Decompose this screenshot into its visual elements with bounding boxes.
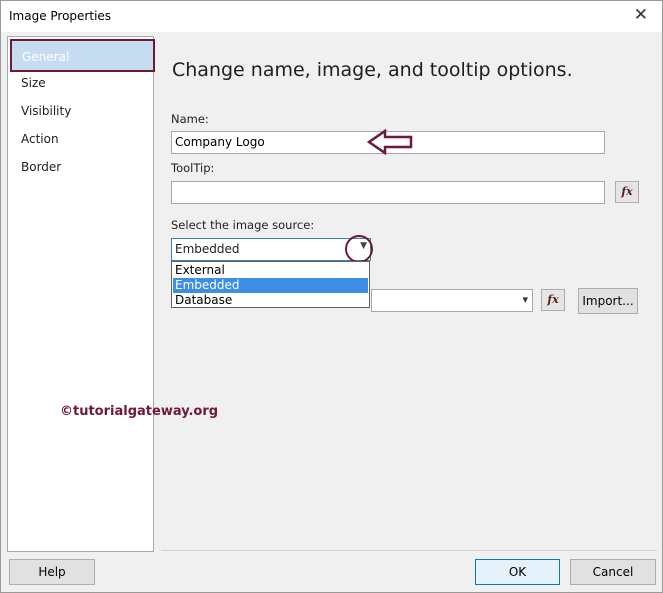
- sidebar-item-general[interactable]: General: [10, 39, 155, 72]
- name-label: Name:: [171, 112, 209, 126]
- watermark: ©tutorialgateway.org: [60, 404, 219, 419]
- sidebar-item-size[interactable]: Size: [21, 76, 46, 90]
- title-bar: Image Properties ✕: [1, 1, 662, 32]
- image-expression-button[interactable]: fx: [541, 289, 565, 311]
- footer-separator: [161, 550, 657, 551]
- tooltip-input[interactable]: [171, 181, 605, 204]
- sidebar-item-border[interactable]: Border: [21, 160, 61, 174]
- ok-button[interactable]: OK: [475, 559, 560, 585]
- close-icon[interactable]: ✕: [634, 4, 648, 26]
- cancel-button[interactable]: Cancel: [570, 559, 656, 585]
- import-button[interactable]: Import...: [578, 288, 638, 314]
- option-embedded[interactable]: Embedded: [173, 278, 368, 293]
- tooltip-label: ToolTip:: [171, 161, 215, 175]
- image-source-dropdown: External Embedded Database: [171, 261, 370, 308]
- annotation-arrow-icon: [367, 129, 413, 155]
- image-select[interactable]: ▾: [371, 289, 533, 312]
- image-properties-dialog: Image Properties ✕ General Size Visibili…: [0, 0, 663, 593]
- page-heading: Change name, image, and tooltip options.: [172, 59, 573, 81]
- tooltip-expression-button[interactable]: fx: [615, 181, 639, 203]
- sidebar-item-action[interactable]: Action: [21, 132, 59, 146]
- chevron-down-icon[interactable]: ▾: [522, 293, 528, 306]
- sidebar-item-visibility[interactable]: Visibility: [21, 104, 71, 118]
- annotation-circle-icon: [345, 235, 373, 263]
- option-external[interactable]: External: [173, 263, 368, 278]
- image-source-select[interactable]: Embedded ▼: [171, 238, 371, 261]
- image-source-label: Select the image source:: [171, 218, 315, 232]
- sidebar-nav: General Size Visibility Action Border: [7, 36, 155, 552]
- option-database[interactable]: Database: [173, 293, 368, 308]
- dialog-title: Image Properties: [9, 9, 112, 23]
- help-button[interactable]: Help: [9, 559, 95, 585]
- image-source-value: Embedded: [175, 242, 240, 256]
